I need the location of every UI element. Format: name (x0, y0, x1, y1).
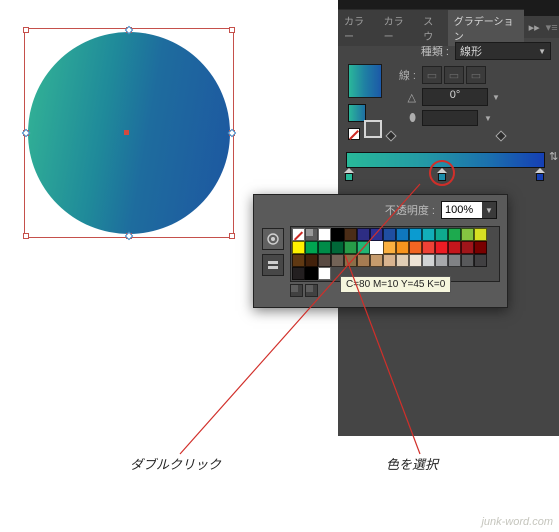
swatch[interactable] (292, 241, 305, 254)
resize-handle-se[interactable] (229, 233, 235, 239)
chevron-down-icon: ▼ (538, 47, 546, 56)
swatch[interactable] (422, 241, 435, 254)
swatch[interactable] (383, 254, 396, 267)
swatch[interactable] (357, 228, 370, 241)
swatch[interactable] (396, 254, 409, 267)
swatch[interactable] (409, 241, 422, 254)
watermark: junk-word.com (481, 516, 553, 528)
gradient-type-dropdown[interactable]: 線形 ▼ (455, 42, 551, 60)
swatch[interactable] (370, 228, 383, 241)
tab-swatches[interactable]: スウ (417, 9, 447, 46)
swatch[interactable] (461, 254, 474, 267)
swatch-grid (290, 226, 500, 282)
opacity-input-wrap: ▼ (441, 201, 497, 219)
swatch[interactable] (292, 254, 305, 267)
swatch[interactable] (409, 254, 422, 267)
swatch[interactable] (344, 241, 357, 254)
chevron-down-icon[interactable]: ▼ (484, 114, 492, 123)
swatch[interactable] (461, 241, 474, 254)
swatch[interactable] (435, 241, 448, 254)
palette-mode-swatches[interactable] (262, 228, 284, 250)
swatch[interactable] (422, 228, 435, 241)
swatch[interactable] (331, 228, 344, 241)
palette-mode-color[interactable] (262, 254, 284, 276)
swatch[interactable] (292, 267, 305, 280)
resize-handle-ne[interactable] (229, 27, 235, 33)
stroke-across-button[interactable]: ▭ (466, 66, 486, 84)
tab-gradient[interactable]: グラデーション (448, 9, 524, 46)
callout-pick-color: 色を選択 (386, 454, 438, 473)
swatch[interactable] (357, 254, 370, 267)
resize-handle-sw[interactable] (23, 233, 29, 239)
swatch[interactable] (305, 254, 318, 267)
swatch[interactable] (292, 228, 305, 241)
swatch[interactable] (461, 228, 474, 241)
swatch[interactable] (370, 254, 383, 267)
panel-tabs: カラー カラー スウ グラデーション ▸▸ ▾≡ (338, 16, 559, 38)
swatch[interactable] (396, 228, 409, 241)
swatch[interactable] (331, 254, 344, 267)
center-point (124, 130, 129, 135)
swatch-tooltip: C=80 M=10 Y=45 K=0 (340, 276, 451, 293)
stroke-proxy[interactable] (364, 120, 382, 138)
stroke-inside-button[interactable]: ▭ (422, 66, 442, 84)
swatch[interactable] (318, 241, 331, 254)
gradient-stop-start[interactable] (344, 168, 354, 178)
swatch[interactable] (474, 241, 487, 254)
tab-color-2[interactable]: カラー (378, 9, 418, 46)
swatch[interactable] (396, 241, 409, 254)
panel-menu-icon[interactable]: ▾≡ (544, 21, 559, 34)
tab-color-1[interactable]: カラー (338, 9, 378, 46)
swatch[interactable] (318, 267, 331, 280)
chevron-down-icon[interactable]: ▼ (492, 93, 500, 102)
stroke-along-button[interactable]: ▭ (444, 66, 464, 84)
swatch-folder[interactable] (290, 284, 303, 297)
opacity-input[interactable] (442, 202, 482, 218)
swatch[interactable] (318, 228, 331, 241)
reverse-gradient-icon[interactable]: ⇅ (549, 150, 559, 164)
swatch-selected[interactable] (370, 241, 383, 254)
swatch[interactable] (422, 254, 435, 267)
swatch[interactable] (331, 241, 344, 254)
swatch[interactable] (409, 228, 422, 241)
aspect-input[interactable] (422, 110, 478, 126)
swatch[interactable] (305, 241, 318, 254)
swatch[interactable] (344, 254, 357, 267)
swatch[interactable] (383, 228, 396, 241)
swatch[interactable] (305, 228, 318, 241)
swatch[interactable] (305, 267, 318, 280)
swatch[interactable] (344, 228, 357, 241)
swatch[interactable] (318, 254, 331, 267)
gradient-bar[interactable] (346, 152, 545, 168)
fill-stroke-proxy[interactable] (348, 104, 382, 138)
resize-handle-nw[interactable] (23, 27, 29, 33)
swatch[interactable] (448, 241, 461, 254)
swatch-folder[interactable] (305, 284, 318, 297)
angle-icon: △ (392, 91, 416, 104)
selection-bounds (26, 30, 232, 236)
swatch[interactable] (448, 254, 461, 267)
chevron-down-icon[interactable]: ▼ (482, 202, 496, 218)
gradient-stop-end[interactable] (535, 168, 545, 178)
gradient-ramp[interactable]: ⇅ (338, 138, 559, 172)
swatch[interactable] (474, 254, 487, 267)
stroke-label: 線 : (392, 67, 416, 83)
swatch[interactable] (357, 241, 370, 254)
gradient-type-value: 線形 (460, 43, 482, 59)
opacity-label: 不透明度 : (385, 202, 435, 218)
swatch[interactable] (383, 241, 396, 254)
stroke-grad-type: ▭ ▭ ▭ (422, 66, 486, 84)
swatch[interactable] (448, 228, 461, 241)
angle-input[interactable]: 0° (422, 88, 488, 106)
type-label: 種類 : (421, 43, 449, 59)
swatch[interactable] (474, 228, 487, 241)
gradient-stop-mid[interactable] (437, 168, 447, 178)
gradient-swatch-button[interactable] (348, 64, 382, 98)
swatch[interactable] (435, 254, 448, 267)
panel-flyout-icon[interactable]: ▸▸ (524, 21, 544, 34)
swatch[interactable] (435, 228, 448, 241)
callout-double-click: ダブルクリック (130, 454, 221, 473)
aspect-icon: ⬮ (392, 112, 416, 125)
